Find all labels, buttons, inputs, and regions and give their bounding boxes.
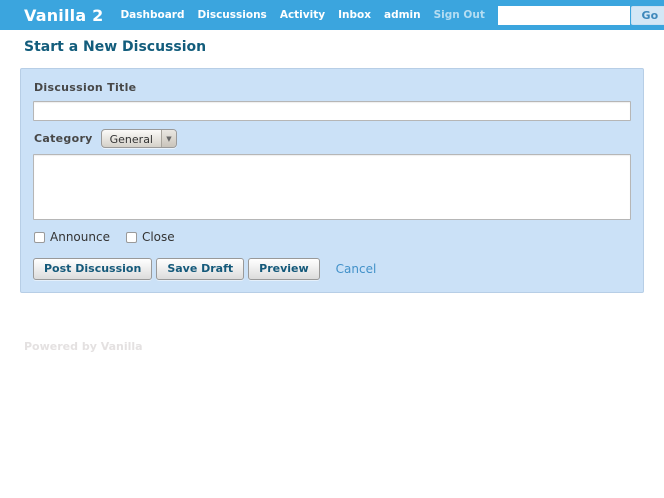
post-discussion-button[interactable]: Post Discussion bbox=[33, 258, 152, 280]
nav-item-activity[interactable]: Activity bbox=[280, 9, 325, 21]
search-go-button[interactable]: Go bbox=[631, 6, 664, 25]
preview-button[interactable]: Preview bbox=[248, 258, 320, 280]
category-selected-value: General bbox=[102, 130, 161, 147]
search-input[interactable] bbox=[498, 6, 630, 25]
category-dropdown[interactable]: General ▼ bbox=[101, 129, 177, 148]
page-title: Start a New Discussion bbox=[24, 39, 664, 55]
announce-option: Announce bbox=[33, 230, 110, 244]
powered-by-vanilla[interactable]: Powered by Vanilla bbox=[24, 340, 664, 353]
main-nav: Dashboard Discussions Activity Inbox adm… bbox=[120, 9, 497, 21]
discussion-form-panel: Discussion Title Category General ▼ Anno… bbox=[20, 68, 644, 293]
discussion-title-input[interactable] bbox=[33, 101, 631, 121]
nav-item-sign-out[interactable]: Sign Out bbox=[434, 9, 485, 21]
nav-item-discussions[interactable]: Discussions bbox=[198, 9, 267, 21]
top-header: Vanilla 2 Dashboard Discussions Activity… bbox=[0, 0, 664, 30]
page: Vanilla 2 Dashboard Discussions Activity… bbox=[0, 0, 664, 353]
discussion-title-label: Discussion Title bbox=[34, 81, 631, 94]
chevron-down-icon: ▼ bbox=[161, 130, 176, 147]
discussion-body-textarea[interactable] bbox=[33, 154, 631, 220]
save-draft-button[interactable]: Save Draft bbox=[156, 258, 244, 280]
form-actions: Post Discussion Save Draft Preview Cance… bbox=[33, 258, 631, 280]
options-row: Announce Close bbox=[33, 230, 631, 244]
nav-item-inbox[interactable]: Inbox bbox=[338, 9, 371, 21]
nav-item-admin[interactable]: admin bbox=[384, 9, 421, 21]
close-label[interactable]: Close bbox=[142, 230, 175, 244]
nav-item-dashboard[interactable]: Dashboard bbox=[120, 9, 184, 21]
announce-label[interactable]: Announce bbox=[50, 230, 110, 244]
close-checkbox[interactable] bbox=[126, 232, 137, 243]
cancel-link[interactable]: Cancel bbox=[336, 262, 377, 276]
close-option: Close bbox=[125, 230, 175, 244]
category-label: Category bbox=[34, 132, 93, 145]
search-form: Go bbox=[498, 6, 664, 25]
app-logo[interactable]: Vanilla 2 bbox=[24, 6, 103, 25]
category-row: Category General ▼ bbox=[33, 129, 631, 148]
announce-checkbox[interactable] bbox=[34, 232, 45, 243]
